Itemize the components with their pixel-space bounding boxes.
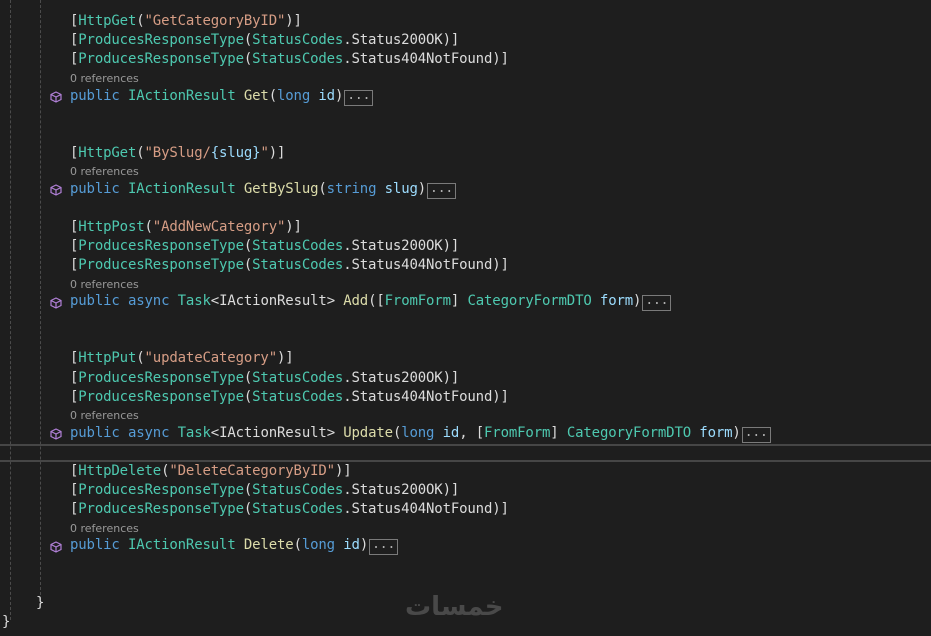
attribute-line: [ProducesResponseType(StatusCodes.Status… — [70, 32, 460, 48]
attribute-line: [ProducesResponseType(StatusCodes.Status… — [70, 482, 460, 498]
method-signature: public async Task<IActionResult> Update(… — [70, 424, 771, 443]
attribute-line: [ProducesResponseType(StatusCodes.Status… — [70, 238, 460, 254]
method-cube-icon — [50, 184, 62, 196]
collapsed-region-button[interactable]: ... — [741, 426, 771, 443]
watermark-logo: خمسات — [405, 592, 504, 622]
method-name: Delete — [243, 537, 294, 553]
attribute-line: [HttpPost("AddNewCategory")] — [70, 219, 302, 235]
method-cube-icon — [50, 91, 62, 103]
namespace-closing-brace: } — [2, 614, 11, 630]
attribute-line: [ProducesResponseType(StatusCodes.Status… — [70, 51, 509, 67]
method-cube-icon — [50, 541, 62, 553]
attribute-line: [ProducesResponseType(StatusCodes.Status… — [70, 257, 509, 273]
current-line-highlight — [0, 444, 931, 462]
method-cube-icon — [50, 297, 62, 309]
collapsed-region-button[interactable]: ... — [642, 294, 672, 311]
method-name: Update — [343, 425, 393, 441]
codelens-references[interactable]: 0 references — [70, 165, 139, 179]
attribute-line: [HttpGet("GetCategoryByID")] — [70, 13, 302, 29]
attribute-line: [ProducesResponseType(StatusCodes.Status… — [70, 389, 509, 405]
attribute-line: [ProducesResponseType(StatusCodes.Status… — [70, 370, 460, 386]
indent-guide — [10, 0, 11, 620]
code-editor[interactable]: [HttpGet("GetCategoryByID")] [ProducesRe… — [0, 0, 931, 636]
method-cube-icon — [50, 428, 62, 440]
route-string: "GetCategoryByID" — [144, 13, 286, 29]
attribute-line: [ProducesResponseType(StatusCodes.Status… — [70, 501, 509, 517]
attribute-line: [HttpDelete("DeleteCategoryByID")] — [70, 463, 352, 479]
method-name: Add — [343, 293, 369, 309]
attribute-line: [HttpPut("updateCategory")] — [70, 350, 294, 366]
attribute-name: HttpGet — [78, 13, 137, 29]
class-closing-brace: } — [36, 595, 45, 611]
codelens-references[interactable]: 0 references — [70, 278, 139, 292]
method-signature: public IActionResult Delete(long id)... — [70, 536, 399, 555]
codelens-references[interactable]: 0 references — [70, 409, 139, 423]
indent-guide — [40, 0, 41, 600]
attribute-line: [HttpGet("BySlug/{slug}")] — [70, 145, 286, 161]
collapsed-region-button[interactable]: ... — [344, 89, 374, 106]
method-signature: public IActionResult GetBySlug(string sl… — [70, 180, 457, 199]
method-name: GetBySlug — [243, 181, 319, 197]
method-signature: public IActionResult Get(long id)... — [70, 87, 374, 106]
collapsed-region-button[interactable]: ... — [369, 538, 399, 555]
method-signature: public async Task<IActionResult> Add([Fr… — [70, 292, 672, 311]
collapsed-region-button[interactable]: ... — [427, 182, 457, 199]
method-name: Get — [243, 88, 269, 104]
codelens-references[interactable]: 0 references — [70, 522, 139, 536]
codelens-references[interactable]: 0 references — [70, 72, 139, 86]
